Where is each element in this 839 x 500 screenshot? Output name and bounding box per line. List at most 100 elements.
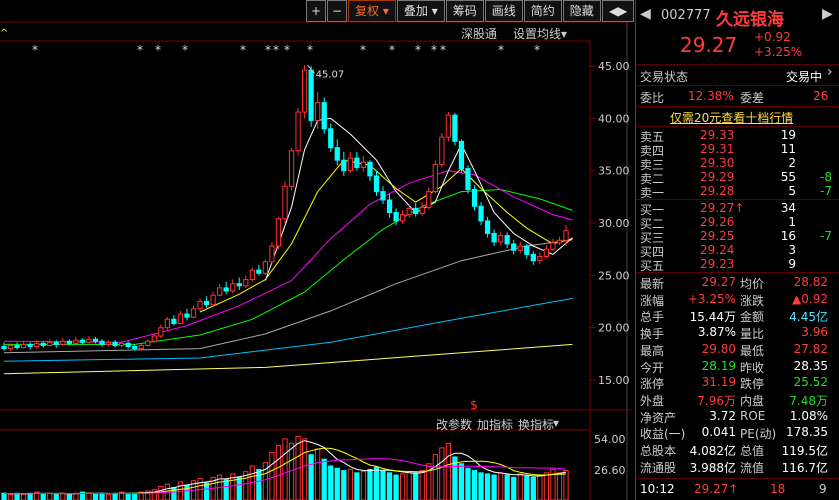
stat-value: 28.35 — [793, 358, 828, 373]
candle-body — [354, 157, 360, 169]
candle-body — [328, 128, 334, 149]
stat-label: 今开 — [640, 360, 665, 375]
event-star-icon: * — [265, 43, 271, 57]
stat-label: 换手 — [640, 327, 665, 342]
stat-value: 3.87% — [697, 325, 736, 340]
stat-label: 均价 — [740, 277, 765, 291]
volume-bar — [347, 468, 353, 500]
event-star-icon: * — [240, 43, 246, 57]
event-star-icon: * — [415, 43, 421, 57]
simple-mode-button[interactable]: 简约 — [523, 0, 562, 22]
volume-bar — [321, 458, 327, 500]
collapse-panel-icon[interactable]: › — [827, 64, 833, 80]
volume-bar — [60, 492, 66, 500]
caret-down-icon[interactable]: ▾ — [553, 416, 559, 430]
candle-body — [190, 308, 197, 318]
candle-body — [288, 150, 295, 187]
candle-body — [282, 185, 288, 220]
candle-body — [315, 102, 321, 121]
volume-bar — [373, 466, 380, 500]
stat-label: 金额 — [740, 310, 765, 325]
trade-state-value: 交易中 — [786, 70, 823, 84]
candle-body — [197, 301, 203, 310]
prev-stock-icon[interactable]: ◀ — [640, 6, 651, 22]
volume-bar — [478, 472, 484, 500]
draw-line-button[interactable]: 画线 — [484, 0, 523, 22]
stat-label: 跌停 — [740, 377, 765, 392]
weicha-number: 26 — [813, 89, 829, 103]
candle-body — [511, 243, 517, 251]
candle-body — [471, 189, 478, 207]
moving-average-ma10 — [199, 159, 573, 313]
ask-volume: 5 — [788, 184, 796, 198]
chips-button[interactable]: 筹码 — [445, 0, 484, 22]
hide-button[interactable]: 隐藏 — [562, 0, 601, 22]
fuquan-button[interactable]: 复权 ▾ — [348, 0, 396, 22]
stock-name: 久远银海 — [716, 10, 784, 30]
collapse-arrows-icon[interactable]: ◀▶ — [601, 0, 635, 22]
candle-body — [426, 191, 432, 208]
zoom-in-button[interactable]: + — [306, 0, 326, 22]
stat-label: 净资产 — [640, 410, 677, 425]
price-axis-label: 40.00 — [598, 112, 630, 125]
candle-body — [171, 318, 177, 324]
overlay-button[interactable]: 叠加 ▾ — [396, 0, 445, 22]
last-price: 29.27 — [680, 33, 738, 57]
volume-bar — [458, 463, 465, 500]
stat-label: 外盘 — [640, 393, 665, 408]
stat-value: 4.45亿 — [789, 310, 828, 325]
candle-body — [563, 230, 569, 241]
volume-bar — [236, 476, 242, 500]
candle-body — [341, 159, 347, 172]
stat-value: 27.82 — [793, 341, 828, 356]
volume-bar — [53, 493, 59, 500]
moving-average-ma30 — [4, 188, 573, 345]
volume-axis-label: 26.60 — [594, 464, 626, 477]
volume-bar — [367, 468, 373, 500]
stat-value: 7.96万 — [697, 393, 736, 408]
event-star-icon: * — [155, 43, 161, 57]
volume-bar — [491, 474, 497, 500]
candle-body — [256, 269, 262, 274]
change-params-link[interactable]: 改参数 — [436, 416, 472, 433]
volume-bar — [543, 472, 550, 500]
switch-indicator-link[interactable]: 换指标 — [518, 416, 554, 433]
ask-price: 29.31 — [700, 142, 735, 156]
volume-bar — [334, 467, 340, 500]
candle-body — [145, 340, 151, 346]
next-stock-icon[interactable]: ▶ — [822, 6, 833, 22]
volume-bar — [125, 493, 131, 500]
bid-volume: 1 — [788, 215, 796, 229]
candle-body — [92, 338, 99, 342]
candle-body — [275, 218, 282, 247]
volume-bar — [275, 445, 282, 500]
price-axis-label: 45.00 — [598, 60, 630, 73]
stat-value: 29.27 — [701, 275, 736, 289]
zoom-out-button[interactable]: − — [327, 0, 347, 22]
event-star-icon: * — [360, 43, 366, 57]
candle-body — [184, 313, 190, 318]
candle-body — [498, 235, 504, 243]
stat-label: 内盘 — [740, 393, 765, 408]
level2-promo-link[interactable]: 仅需20元查看十档行情 — [670, 109, 793, 126]
candle-body — [321, 102, 327, 130]
ask-change: -7 — [820, 184, 832, 198]
volume-bar — [1, 492, 7, 500]
volume-axis-label: 54.00 — [594, 433, 626, 446]
candle-body — [419, 206, 425, 215]
ma-settings-link[interactable]: 设置均线▾ — [513, 25, 567, 42]
candle-body — [236, 283, 242, 287]
volume-bar — [419, 470, 425, 500]
event-star-icon: * — [389, 43, 395, 57]
volume-bar — [484, 473, 491, 500]
weicha-label: 委差 — [740, 91, 765, 105]
candle-body — [47, 341, 53, 346]
candle-body — [86, 338, 92, 343]
candle-body — [262, 261, 269, 274]
volume-bar — [203, 482, 210, 500]
shengutong-link[interactable]: 深股通 — [461, 25, 497, 42]
candle-body — [373, 175, 380, 193]
add-indicator-link[interactable]: 加指标 — [477, 416, 513, 433]
stat-value: ▲0.92 — [792, 291, 828, 306]
stat-value: 28.19 — [701, 358, 736, 373]
